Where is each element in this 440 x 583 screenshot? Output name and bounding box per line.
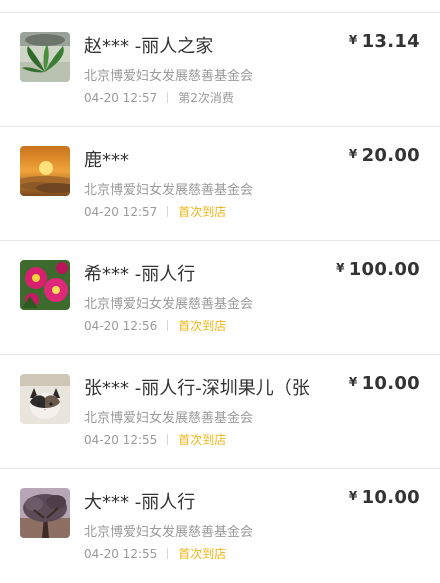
sunrise-photo-icon [20, 146, 70, 196]
donor-name: 希*** -丽人行 [84, 264, 196, 285]
divider [167, 434, 169, 445]
avatar [20, 146, 70, 196]
visit-tag: 首次到店 [178, 205, 227, 219]
currency-symbol: ¥ [348, 147, 358, 161]
donor-name: 鹿*** [84, 150, 129, 171]
amount-value: 100.00 [348, 259, 420, 280]
record-meta: 04-20 12:55 首次到店 [84, 431, 226, 448]
visit-tag: 第2次消费 [178, 91, 234, 105]
list-item[interactable]: 赵*** -丽人之家 ¥13.14 北京博爱妇女发展慈善基金会 04-20 12… [0, 13, 440, 127]
list-item[interactable]: 鹿*** ¥20.00 北京博爱妇女发展慈善基金会 04-20 12:57 首次到… [0, 127, 440, 241]
amount-value: 10.00 [361, 487, 420, 508]
donor-name: 赵*** -丽人之家 [84, 36, 214, 57]
organization-name: 北京博爱妇女发展慈善基金会 [84, 297, 254, 312]
visit-tag: 首次到店 [178, 547, 227, 561]
currency-symbol: ¥ [336, 261, 345, 275]
avatar [20, 488, 70, 538]
plant-photo-icon [20, 32, 70, 82]
divider [167, 92, 169, 103]
amount-value: 20.00 [361, 145, 420, 166]
avatar [20, 32, 70, 82]
record-meta: 04-20 12:56 首次到店 [84, 317, 226, 334]
amount-value: 10.00 [361, 373, 420, 394]
timestamp: 04-20 12:57 [84, 205, 158, 219]
organization-name: 北京博爱妇女发展慈善基金会 [84, 69, 254, 84]
record-meta: 04-20 12:57 首次到店 [84, 203, 226, 220]
record-meta: 04-20 12:57 第2次消费 [84, 89, 234, 106]
list-item[interactable]: 希*** -丽人行 ¥100.00 北京博爱妇女发展慈善基金会 04-20 12… [0, 241, 440, 355]
list-item[interactable]: 大*** -丽人行 ¥10.00 北京博爱妇女发展慈善基金会 04-20 12:… [0, 469, 440, 583]
donation-amount: ¥10.00 [349, 373, 420, 394]
donation-amount: ¥20.00 [349, 145, 420, 166]
avatar [20, 374, 70, 424]
list-item[interactable]: 张*** -丽人行-深圳果儿（张 ¥10.00 北京博爱妇女发展慈善基金会 04… [0, 355, 440, 469]
donor-name: 张*** -丽人行-深圳果儿（张 [84, 378, 310, 399]
avatar [20, 260, 70, 310]
donor-name: 大*** -丽人行 [84, 492, 196, 513]
currency-symbol: ¥ [348, 489, 358, 503]
organization-name: 北京博爱妇女发展慈善基金会 [84, 525, 254, 540]
organization-name: 北京博爱妇女发展慈善基金会 [84, 411, 254, 426]
timestamp: 04-20 12:57 [84, 91, 158, 105]
amount-value: 13.14 [361, 31, 420, 52]
currency-symbol: ¥ [348, 375, 358, 389]
timestamp: 04-20 12:55 [84, 433, 158, 447]
timestamp: 04-20 12:55 [84, 547, 158, 561]
divider [167, 548, 169, 559]
divider [167, 206, 169, 217]
record-meta: 04-20 12:55 首次到店 [84, 545, 226, 562]
divider [167, 320, 169, 331]
donation-amount: ¥100.00 [336, 259, 420, 280]
donation-amount: ¥13.14 [349, 31, 420, 52]
visit-tag: 首次到店 [178, 433, 227, 447]
tree-photo-icon [20, 488, 70, 538]
timestamp: 04-20 12:56 [84, 319, 158, 333]
organization-name: 北京博爱妇女发展慈善基金会 [84, 183, 254, 198]
donation-amount: ¥10.00 [349, 487, 420, 508]
visit-tag: 首次到店 [178, 319, 227, 333]
donation-record-list: 赵*** -丽人之家 ¥13.14 北京博爱妇女发展慈善基金会 04-20 12… [0, 13, 440, 583]
flower-photo-icon [20, 260, 70, 310]
currency-symbol: ¥ [348, 33, 358, 47]
cat-photo-icon [20, 374, 70, 424]
